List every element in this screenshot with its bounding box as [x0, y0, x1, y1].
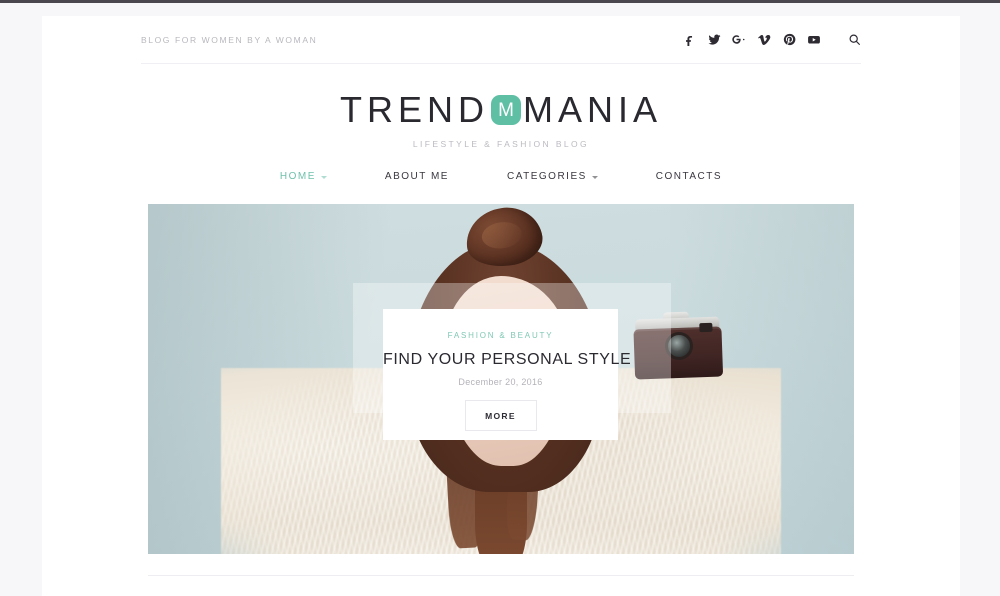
site-logo[interactable]: TREND M MANIA [141, 92, 861, 128]
site-subtitle: LIFESTYLE & FASHION BLOG [412, 139, 590, 149]
top-bar-right [682, 33, 861, 47]
site-container: BLOG FOR WOMEN BY A WOMAN TREND M MANIA … [42, 16, 960, 596]
facebook-icon[interactable] [682, 33, 696, 47]
branding: TREND M MANIA LIFESTYLE & FASHION BLOG [141, 64, 861, 150]
nav-item-about-me-label: ABOUT ME [384, 171, 449, 182]
hero-more-button[interactable]: MORE [464, 400, 537, 431]
hero-slider[interactable]: FASHION & BEAUTY FIND YOUR PERSONAL STYL… [148, 204, 854, 554]
nav-item-home[interactable]: HOME [251, 171, 356, 182]
hero-date: December 20, 2016 [458, 377, 543, 387]
nav-item-categories[interactable]: CATEGORIES [478, 171, 627, 182]
hero-category-label[interactable]: FASHION & BEAUTY [383, 331, 618, 340]
social-links [682, 33, 821, 47]
nav-item-contacts[interactable]: CONTACTS [627, 171, 751, 182]
chevron-down-icon [320, 175, 327, 179]
chevron-down-icon [591, 175, 598, 179]
hero-caption-card: FASHION & BEAUTY FIND YOUR PERSONAL STYL… [383, 309, 631, 440]
nav-item-home-label: HOME [279, 171, 316, 182]
nav-item-about-me[interactable]: ABOUT ME [356, 171, 478, 182]
camera-window [699, 322, 713, 333]
nav-item-contacts-label: CONTACTS [655, 171, 723, 182]
logo-badge-letter: M [498, 99, 514, 121]
logo-text-left: TREND [339, 89, 489, 130]
nav-item-categories-label: CATEGORIES [506, 171, 587, 182]
top-bar: BLOG FOR WOMEN BY A WOMAN [141, 16, 861, 64]
hero-title[interactable]: FIND YOUR PERSONAL STYLE [383, 351, 631, 369]
vimeo-icon[interactable] [757, 33, 771, 47]
twitter-icon[interactable] [707, 33, 721, 47]
pinterest-icon[interactable] [782, 33, 796, 47]
logo-badge-icon: M [490, 95, 521, 125]
search-icon[interactable] [847, 33, 861, 47]
youtube-icon[interactable] [807, 33, 821, 47]
site-tagline: BLOG FOR WOMEN BY A WOMAN [141, 34, 318, 45]
logo-text-right: MANIA [522, 89, 662, 130]
main-navigation: HOME ABOUT ME CATEGORIES CONTACTS [141, 149, 861, 182]
content-divider [148, 575, 854, 576]
google-plus-icon[interactable] [732, 33, 746, 47]
